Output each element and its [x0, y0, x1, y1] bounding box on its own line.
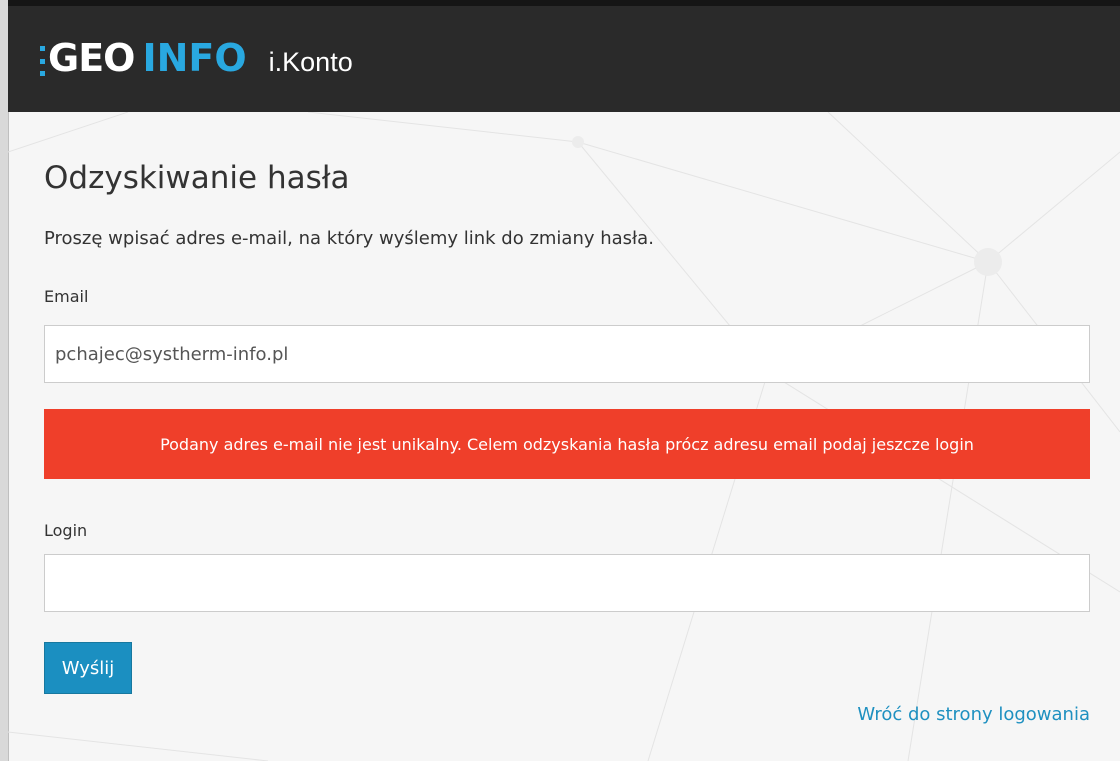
logo-dots-icon [40, 46, 45, 76]
logo-info-text: INFO [142, 36, 247, 80]
login-label: Login [44, 521, 88, 540]
back-to-login-link[interactable]: Wróć do strony logowania [857, 704, 1090, 725]
intro-text: Proszę wpisać adres e-mail, na który wyś… [44, 228, 654, 249]
login-field[interactable] [44, 554, 1090, 612]
header: GEO INFO i.Konto [8, 0, 1120, 112]
page-title: Odzyskiwanie hasła [44, 160, 350, 196]
logo: GEO INFO i.Konto [40, 36, 353, 86]
error-message: Podany adres e-mail nie jest unikalny. C… [160, 434, 974, 454]
email-label: Email [44, 287, 89, 306]
logo-geo-text: GEO [48, 36, 135, 80]
submit-button[interactable]: Wyślij [44, 642, 132, 694]
page: GEO INFO i.Konto Odzyskiwanie hasła Pros… [0, 0, 1120, 761]
error-alert: Podany adres e-mail nie jest unikalny. C… [44, 409, 1090, 479]
email-field[interactable] [44, 325, 1090, 383]
app-name: i.Konto [268, 47, 353, 77]
